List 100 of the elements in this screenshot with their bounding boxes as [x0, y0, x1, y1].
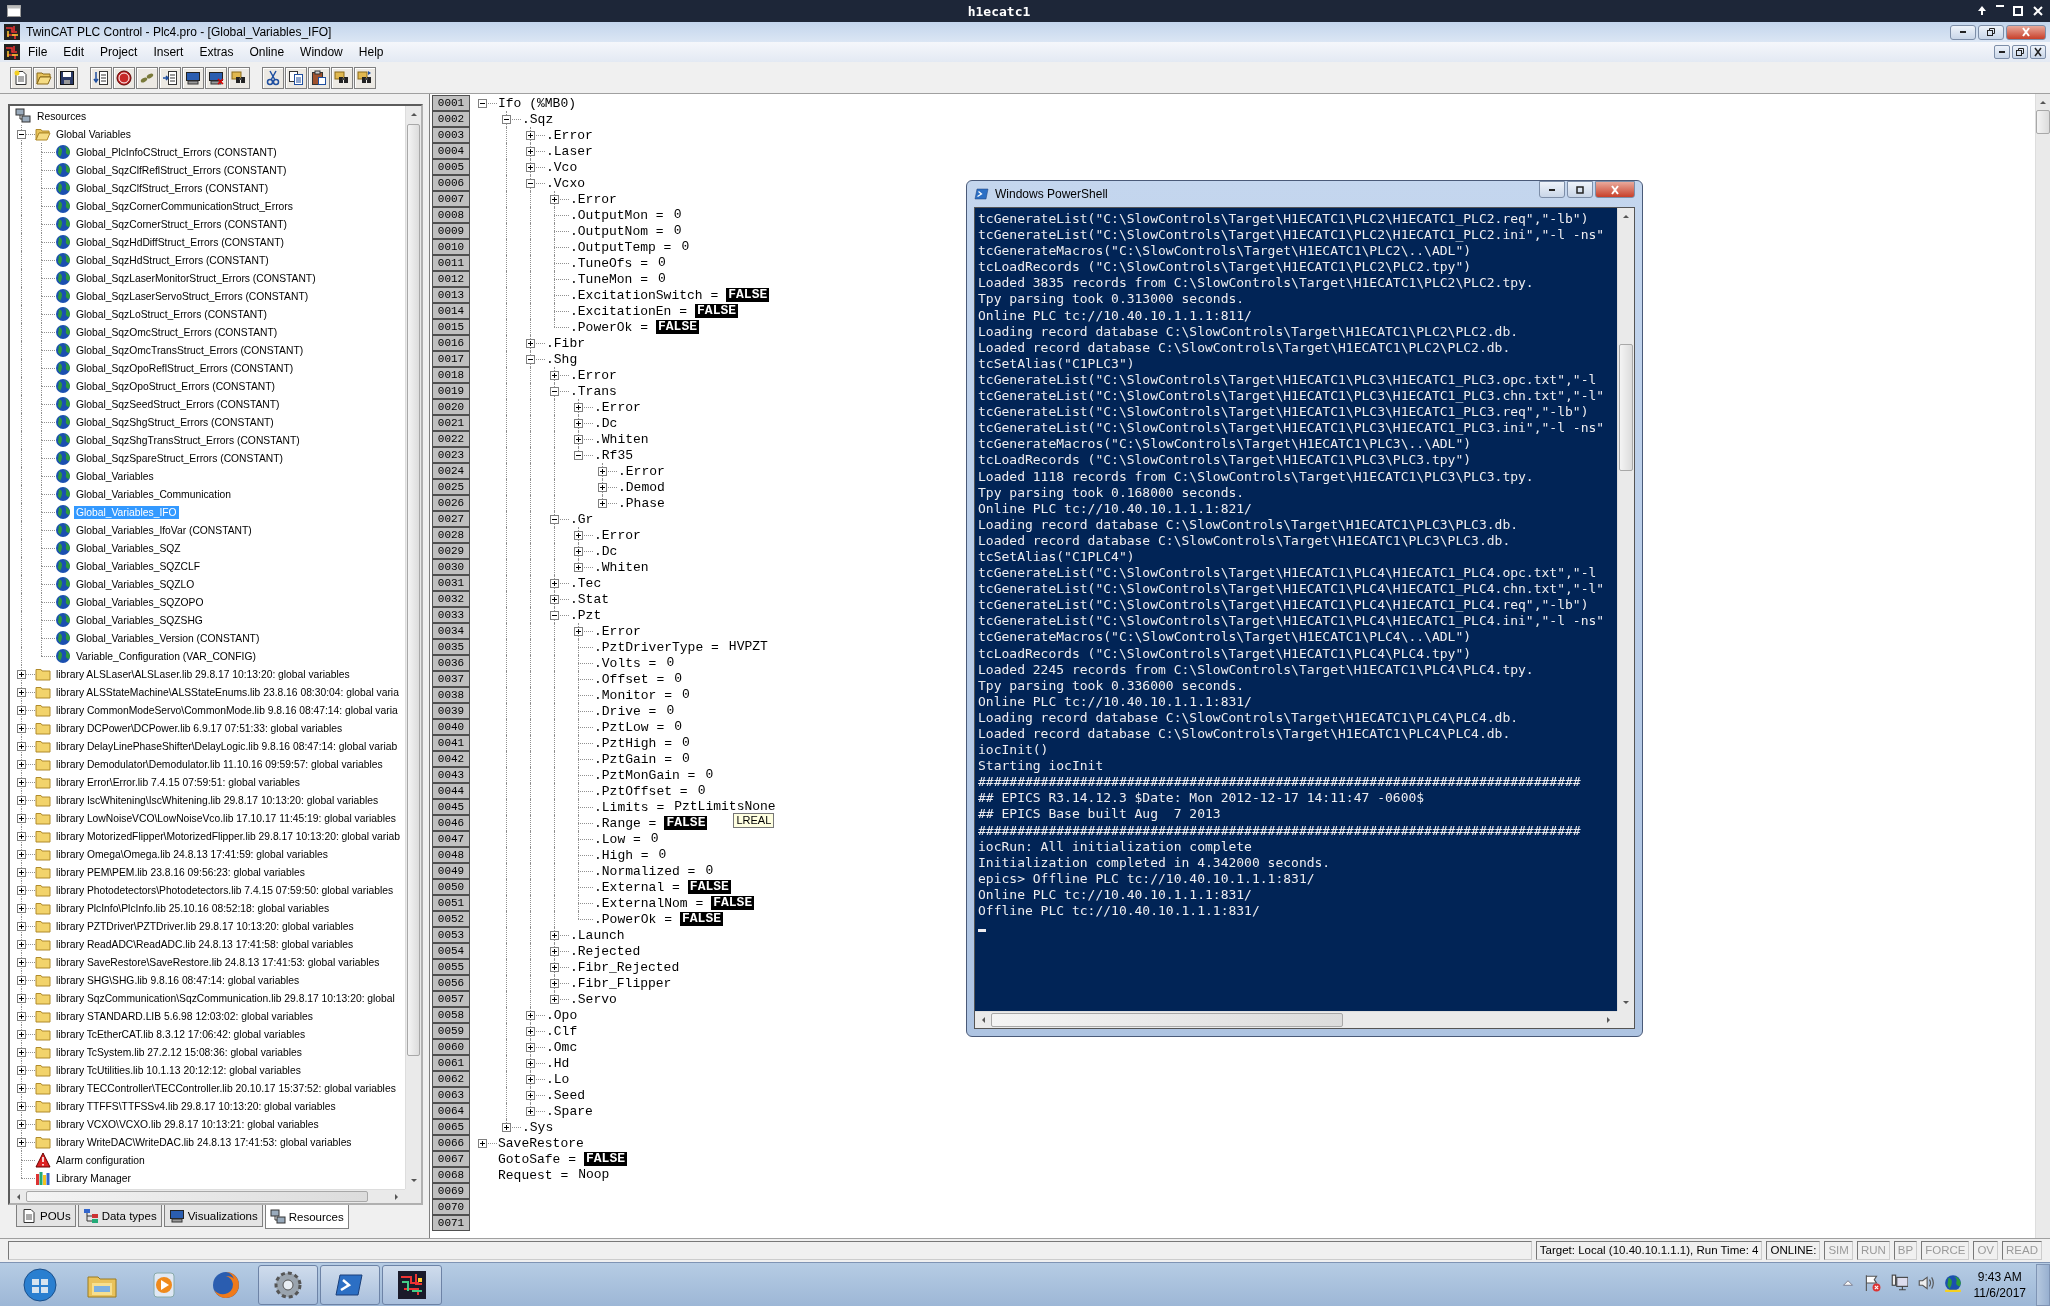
toolbar-button[interactable] [159, 66, 181, 89]
toolbar-button[interactable] [90, 66, 112, 89]
expand-icon[interactable] [526, 1090, 535, 1100]
maximize-button[interactable] [1567, 181, 1593, 198]
expand-icon[interactable] [550, 194, 559, 204]
menu-item[interactable]: Window [292, 45, 351, 59]
minimize-button[interactable] [1950, 24, 1976, 40]
tree-item[interactable]: Global_SqzLaserServoStruct_Errors (CONSTANT) [74, 289, 311, 303]
toolbar-button[interactable] [205, 66, 227, 89]
tree-item[interactable]: Global_PlcInfoCStruct_Errors (CONSTANT) [74, 145, 279, 159]
expand-icon[interactable] [502, 1122, 511, 1132]
expand-icon[interactable] [574, 418, 583, 428]
tree-item[interactable]: Global_SqzLaserMonitorStruct_Errors (CONSTANT) [74, 271, 318, 285]
tree-item[interactable]: Global_SqzSpareStruct_Errors (CONSTANT) [74, 451, 285, 465]
tree-item[interactable]: Global Variables [54, 127, 133, 141]
tree-item[interactable]: library STANDARD.LIB 5.6.98 12:03:02: global variables [54, 1009, 315, 1023]
tree-item[interactable]: Resources [35, 109, 89, 123]
tree-item[interactable]: library TcEtherCAT.lib 8.3.12 17:06:42: global variables [54, 1027, 308, 1041]
menu-item[interactable]: Online [241, 45, 293, 59]
expand-icon[interactable] [574, 546, 583, 556]
tree-item[interactable]: Global_SqzClfReflStruct_Errors (CONSTANT) [74, 163, 289, 177]
tree-item[interactable]: Global_Variables_Communication [74, 487, 233, 501]
tree-item[interactable]: library PZTDriver\PZTDriver.lib 29.8.17 10:13:20: global variables [54, 919, 356, 933]
toolbar-button[interactable] [228, 66, 250, 89]
menu-item[interactable]: Edit [55, 45, 93, 59]
expand-icon[interactable] [17, 741, 26, 751]
tree-item[interactable]: library WriteDAC\WriteDAC.lib 24.8.13 17:41:53: global variables [54, 1135, 354, 1149]
expand-icon[interactable] [550, 962, 559, 972]
tree-item[interactable]: library PEM\PEM.lib 23.8.16 09:56:23: global variables [54, 865, 307, 879]
expand-icon[interactable] [574, 562, 583, 572]
tree-item[interactable]: library ReadADC\ReadADC.lib 24.8.13 17:41:58: global variables [54, 937, 356, 951]
tree-item[interactable]: Global_Variables_SQZOPO [74, 595, 206, 609]
expand-icon[interactable] [17, 831, 26, 841]
expand-icon[interactable] [550, 994, 559, 1004]
collapse-icon[interactable] [526, 178, 535, 188]
tree-item[interactable]: library DelayLinePhaseShifter\DelayLogic.lib 9.8.16 08:47:14: global variab [54, 739, 400, 753]
expand-icon[interactable] [526, 1106, 535, 1116]
tree-item[interactable]: Global_Variables_SQZCLF [74, 559, 202, 573]
tree-item[interactable]: library Omega\Omega.lib 24.8.13 17:41:59: global variables [54, 847, 330, 861]
toolbar-button[interactable] [354, 66, 376, 89]
tree-item[interactable]: library MotorizedFlipper\MotorizedFlipper.lib 29.8.17 10:13:20: global variab [54, 829, 402, 843]
expand-icon[interactable] [17, 903, 26, 913]
tree-item[interactable]: Global_Variables [74, 469, 156, 483]
toolbar-button[interactable] [262, 66, 284, 89]
menu-item[interactable]: Project [92, 45, 146, 59]
close-button[interactable] [2030, 45, 2046, 59]
expand-icon[interactable] [17, 921, 26, 931]
tree-item[interactable]: library CommonModeServo\CommonMode.lib 9.8.16 08:47:14: global varia [54, 703, 400, 717]
tree-item[interactable]: library DCPower\DCPower.lib 6.9.17 07:51:33: global variables [54, 721, 345, 735]
tree-item[interactable]: Global_SqzHdStruct_Errors (CONSTANT) [74, 253, 271, 267]
expand-icon[interactable] [550, 370, 559, 380]
expand-icon[interactable] [17, 939, 26, 949]
expand-icon[interactable] [17, 867, 26, 877]
taskbar-button[interactable] [382, 1264, 442, 1305]
tree-item[interactable]: Global_Variables_Version (CONSTANT) [74, 631, 262, 645]
tree-item[interactable]: library IscWhitening\IscWhitening.lib 29.8.17 10:13:20: global variables [54, 793, 381, 807]
minimize-button[interactable] [1539, 181, 1565, 198]
tree-item[interactable]: Global_SqzClfStruct_Errors (CONSTANT) [74, 181, 271, 195]
expand-icon[interactable] [17, 705, 26, 715]
tree-item[interactable]: Global_SqzOmcTransStruct_Errors (CONSTANT) [74, 343, 306, 357]
expand-icon[interactable] [17, 813, 26, 823]
tree-item[interactable]: Global_SqzHdDiffStruct_Errors (CONSTANT) [74, 235, 286, 249]
tree-item[interactable]: Global_Variables_SQZLO [74, 577, 197, 591]
collapse-icon[interactable] [574, 450, 583, 460]
tree-item[interactable]: Global_Variables_IfoVar (CONSTANT) [74, 523, 254, 537]
tree-item[interactable]: Global_SqzShgStruct_Errors (CONSTANT) [74, 415, 276, 429]
toolbar-button[interactable] [182, 66, 204, 89]
toolbar-button[interactable] [331, 66, 353, 89]
expand-icon[interactable] [17, 957, 26, 967]
expand-icon[interactable] [17, 723, 26, 733]
restore-button[interactable] [1978, 24, 2004, 40]
collapse-icon[interactable] [502, 114, 511, 124]
tree-item[interactable]: Global_SqzSeedStruct_Errors (CONSTANT) [74, 397, 282, 411]
expand-icon[interactable] [526, 1010, 535, 1020]
tree-item[interactable]: library ALSLaser\ALSLaser.lib 29.8.17 10:13:20: global variables [54, 667, 352, 681]
scroll-thumb[interactable] [407, 124, 420, 1056]
expand-icon[interactable] [17, 795, 26, 805]
expand-icon[interactable] [598, 498, 607, 508]
tree-item[interactable]: library PlcInfo\PlcInfo.lib 25.10.16 08:52:18: global variables [54, 901, 332, 915]
expand-icon[interactable] [574, 402, 583, 412]
tree-item[interactable]: Library Manager [54, 1171, 133, 1185]
expand-icon[interactable] [17, 669, 26, 679]
expand-icon[interactable] [17, 1137, 26, 1147]
collapse-icon[interactable] [550, 610, 559, 620]
expand-icon[interactable] [17, 777, 26, 787]
expand-icon[interactable] [550, 930, 559, 940]
panel-tab[interactable]: Visualizations [163, 1205, 263, 1227]
expand-icon[interactable] [598, 482, 607, 492]
expand-icon[interactable] [17, 1047, 26, 1057]
expand-icon[interactable] [550, 978, 559, 988]
panel-tab[interactable]: Resources [264, 1205, 349, 1229]
expand-icon[interactable] [550, 946, 559, 956]
tree-item[interactable]: library SHG\SHG.lib 9.8.16 08:47:14: global variables [54, 973, 302, 987]
panel-tab[interactable]: POUs [16, 1205, 76, 1227]
toolbar-button[interactable] [113, 66, 135, 89]
panel-tab[interactable]: Data types [77, 1205, 162, 1227]
tree-item[interactable]: library LowNoiseVCO\LowNoiseVco.lib 17.10.17 11:45:19: global variables [54, 811, 398, 825]
expand-icon[interactable] [574, 626, 583, 636]
restore-button[interactable] [2012, 45, 2028, 59]
expand-icon[interactable] [526, 146, 535, 156]
